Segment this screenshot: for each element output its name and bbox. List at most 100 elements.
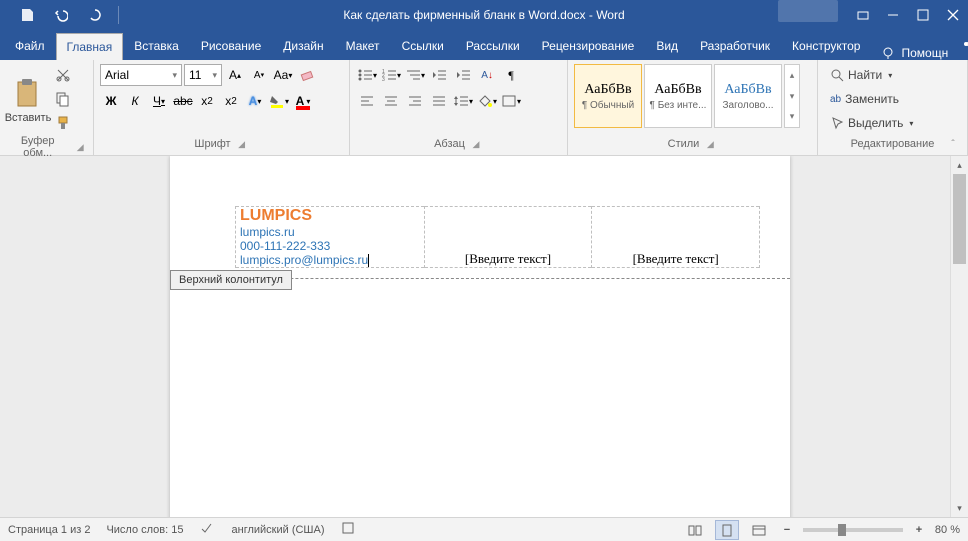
page-status[interactable]: Страница 1 из 2 [8, 524, 90, 536]
share-button[interactable] [948, 31, 968, 60]
bucket-icon [477, 94, 493, 108]
maximize-button[interactable] [908, 0, 938, 30]
subscript-button[interactable]: x2 [196, 90, 218, 112]
tab-review[interactable]: Рецензирование [531, 32, 646, 60]
style-normal[interactable]: АаБбВв ¶ Обычный [574, 64, 642, 128]
justify-icon [431, 94, 447, 108]
clear-format-button[interactable] [296, 64, 318, 86]
underline-button[interactable]: Ч▾ [148, 90, 170, 112]
minimize-button[interactable] [878, 0, 908, 30]
close-button[interactable] [938, 0, 968, 30]
bold-button[interactable]: Ж [100, 90, 122, 112]
justify-button[interactable] [428, 90, 450, 112]
cut-button[interactable] [52, 64, 74, 86]
gallery-more-button[interactable]: ▾ [785, 106, 799, 127]
replace-button[interactable]: abЗаменить [824, 88, 919, 110]
read-mode-button[interactable] [683, 520, 707, 540]
align-right-button[interactable] [404, 90, 426, 112]
style-heading[interactable]: АаБбВв Заголово... [714, 64, 782, 128]
sort-button[interactable]: A↓ [476, 64, 498, 86]
grow-font-button[interactable]: A▴ [224, 64, 246, 86]
numbering-button[interactable]: 123▾ [380, 64, 402, 86]
line-spacing-button[interactable]: ▾ [452, 90, 474, 112]
borders-button[interactable]: ▾ [500, 90, 522, 112]
shrink-font-button[interactable]: A▾ [248, 64, 270, 86]
ribbon: Вставить Буфер обм...◢ Arial▾ 11▾ A▴ A▾ … [0, 60, 968, 156]
print-layout-button[interactable] [715, 520, 739, 540]
align-center-button[interactable] [380, 90, 402, 112]
bullets-button[interactable]: ▾ [356, 64, 378, 86]
paste-button[interactable]: Вставить [6, 64, 50, 138]
italic-button[interactable]: К [124, 90, 146, 112]
zoom-out-button[interactable]: − [779, 522, 795, 538]
font-color-button[interactable]: A▾ [292, 90, 314, 112]
font-launcher[interactable]: ◢ [235, 137, 249, 151]
tab-file[interactable]: Файл [4, 32, 56, 60]
tab-design[interactable]: Дизайн [272, 32, 334, 60]
tab-draw[interactable]: Рисование [190, 32, 272, 60]
tell-me-search[interactable]: Помощн [881, 46, 948, 60]
paragraph-launcher[interactable]: ◢ [469, 137, 483, 151]
tab-constructor[interactable]: Конструктор [781, 32, 871, 60]
minimize-icon [887, 9, 899, 21]
word-count[interactable]: Число слов: 15 [106, 524, 183, 536]
document-area: LUMPICS lumpics.ru 000-111-222-333 lumpi… [0, 156, 968, 517]
header-area[interactable]: LUMPICS lumpics.ru 000-111-222-333 lumpi… [170, 156, 790, 279]
align-left-button[interactable] [356, 90, 378, 112]
highlight-button[interactable]: ▾ [268, 90, 290, 112]
undo-button[interactable] [46, 0, 76, 30]
text-effects-button[interactable]: A▾ [244, 90, 266, 112]
company-email[interactable]: lumpics.pro@lumpics.ru [240, 253, 420, 267]
zoom-thumb[interactable] [838, 524, 846, 536]
scroll-up-button[interactable]: ▴ [951, 156, 968, 174]
collapse-ribbon-button[interactable]: ˆ [944, 135, 962, 153]
ribbon-display-button[interactable] [848, 0, 878, 30]
tab-home[interactable]: Главная [56, 33, 124, 60]
decrease-indent-button[interactable] [428, 64, 450, 86]
find-button[interactable]: Найти▾ [824, 64, 919, 86]
show-marks-button[interactable]: ¶ [500, 64, 522, 86]
company-phone[interactable]: 000-111-222-333 [240, 239, 420, 253]
web-layout-button[interactable] [747, 520, 771, 540]
scroll-down-button[interactable]: ▾ [951, 499, 968, 517]
gallery-up-button[interactable]: ▴ [785, 65, 799, 86]
tab-view[interactable]: Вид [645, 32, 689, 60]
select-button[interactable]: Выделить▾ [824, 112, 919, 134]
company-site[interactable]: lumpics.ru [240, 225, 420, 239]
zoom-value[interactable]: 80 % [935, 524, 960, 536]
multilevel-button[interactable]: ▾ [404, 64, 426, 86]
scroll-thumb[interactable] [953, 174, 966, 264]
language-status[interactable]: английский (США) [232, 524, 325, 536]
style-no-spacing[interactable]: АаБбВв ¶ Без инте... [644, 64, 712, 128]
gallery-down-button[interactable]: ▾ [785, 86, 799, 107]
svg-text:2: 2 [382, 73, 385, 79]
clipboard-launcher[interactable]: ◢ [73, 140, 87, 154]
format-painter-button[interactable] [52, 112, 74, 134]
copy-button[interactable] [52, 88, 74, 110]
change-case-button[interactable]: Aa▾ [272, 64, 294, 86]
zoom-slider[interactable] [803, 528, 903, 532]
redo-button[interactable] [80, 0, 110, 30]
user-avatar[interactable] [778, 0, 838, 22]
shading-button[interactable]: ▾ [476, 90, 498, 112]
superscript-button[interactable]: x2 [220, 90, 242, 112]
placeholder-text[interactable]: [Введите текст] [633, 251, 719, 266]
tab-references[interactable]: Ссылки [391, 32, 455, 60]
vertical-scrollbar[interactable]: ▴ ▾ [950, 156, 968, 517]
strikethrough-button[interactable]: abc [172, 90, 194, 112]
font-name-combo[interactable]: Arial▾ [100, 64, 182, 86]
placeholder-text[interactable]: [Введите текст] [465, 251, 551, 266]
font-size-combo[interactable]: 11▾ [184, 64, 222, 86]
macro-icon[interactable] [341, 521, 355, 538]
save-button[interactable] [12, 0, 42, 30]
page[interactable]: LUMPICS lumpics.ru 000-111-222-333 lumpi… [170, 156, 790, 517]
styles-launcher[interactable]: ◢ [703, 137, 717, 151]
tab-insert[interactable]: Вставка [123, 32, 190, 60]
spellcheck-icon[interactable] [200, 521, 216, 538]
tab-layout[interactable]: Макет [335, 32, 391, 60]
tab-mailings[interactable]: Рассылки [455, 32, 531, 60]
zoom-in-button[interactable]: + [911, 522, 927, 538]
tab-developer[interactable]: Разработчик [689, 32, 781, 60]
increase-indent-button[interactable] [452, 64, 474, 86]
company-name[interactable]: LUMPICS [240, 207, 420, 225]
